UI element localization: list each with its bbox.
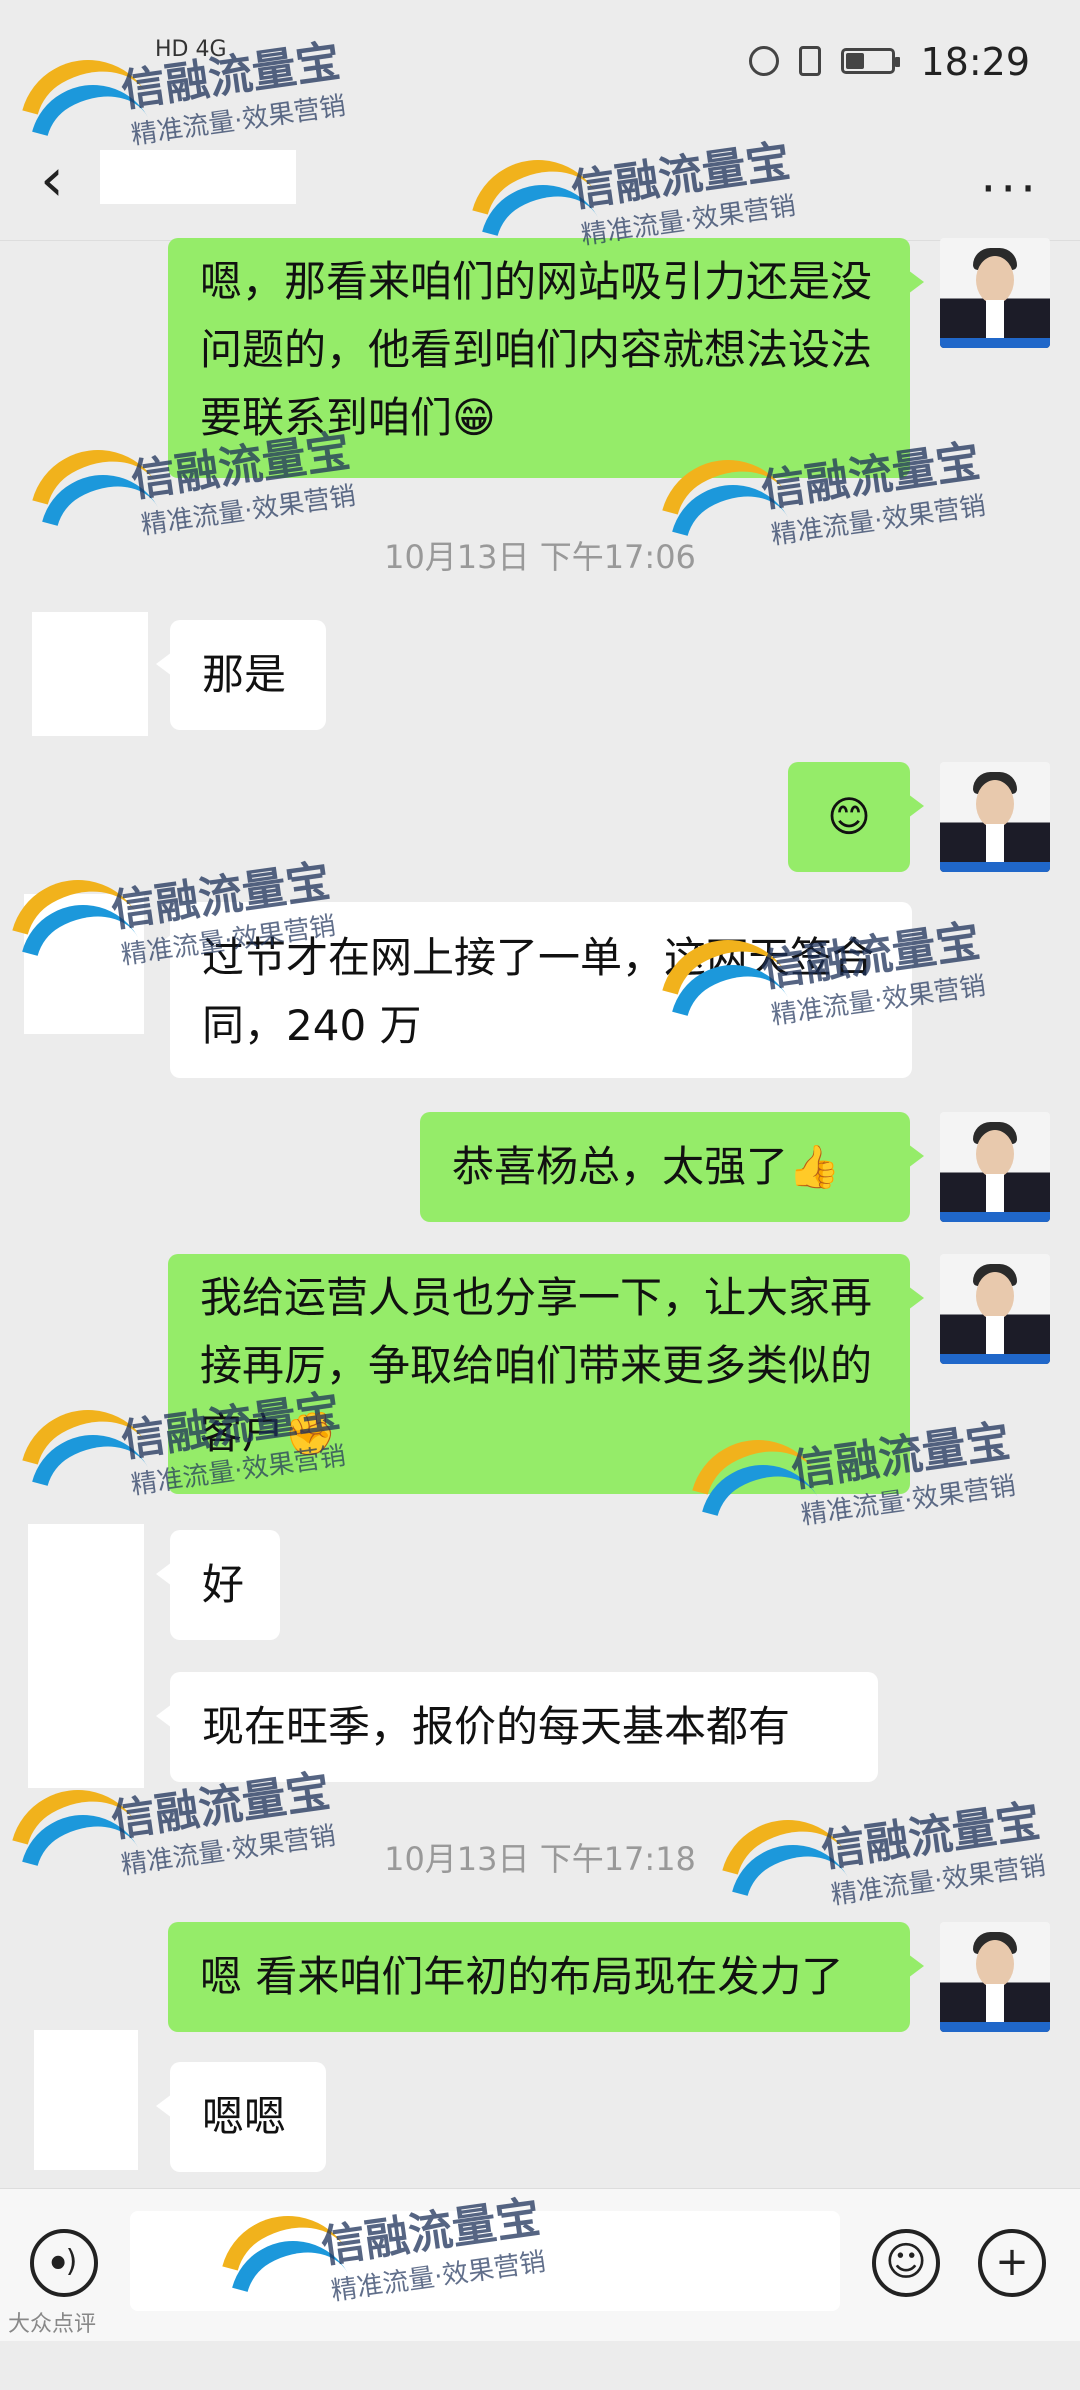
- avatar[interactable]: [24, 894, 144, 1034]
- avatar[interactable]: [940, 1112, 1050, 1222]
- avatar[interactable]: [34, 2030, 138, 2170]
- avatar[interactable]: [940, 1254, 1050, 1364]
- status-bar: HD 4G 18:29: [0, 0, 1080, 135]
- voice-button[interactable]: ⦁): [30, 2229, 98, 2297]
- avatar[interactable]: [940, 238, 1050, 348]
- more-options-button[interactable]: ···: [980, 160, 1040, 218]
- message-input[interactable]: [130, 2211, 840, 2311]
- alarm-icon: [749, 46, 779, 76]
- avatar[interactable]: [940, 762, 1050, 872]
- vibrate-icon: [799, 46, 821, 76]
- message-bubble[interactable]: 嗯嗯: [156, 2062, 326, 2172]
- message-bubble[interactable]: 恭喜杨总，太强了👍: [420, 1112, 924, 1222]
- network-indicator: HD 4G: [155, 37, 227, 62]
- battery-icon: [841, 48, 900, 74]
- message-bubble[interactable]: 过节才在网上接了一单，这两天签合同，240 万: [156, 902, 912, 1078]
- voice-icon: ⦁): [50, 2244, 78, 2279]
- avatar[interactable]: [940, 1922, 1050, 2032]
- message-bubble[interactable]: 嗯，那看来咱们的网站吸引力还是没问题的，他看到咱们内容就想法设法要联系到咱们😁: [168, 238, 924, 478]
- chat-title-redacted: [100, 150, 296, 204]
- avatar[interactable]: [28, 1524, 144, 1788]
- message-bubble[interactable]: 😊: [788, 762, 924, 872]
- message-bubble[interactable]: 我给运营人员也分享一下，让大家再接再厉，争取给咱们带来更多类似的客户✊: [168, 1254, 924, 1494]
- footer-watermark: 大众点评: [8, 2312, 97, 2337]
- clock: 18:29: [920, 40, 1030, 84]
- timestamp: 10月13日 下午17:06: [384, 538, 696, 576]
- plus-icon: +: [995, 2239, 1029, 2285]
- chevron-left-icon: ‹: [40, 145, 64, 215]
- message-bubble[interactable]: 那是: [156, 620, 326, 730]
- avatar[interactable]: [32, 612, 148, 736]
- timestamp: 10月13日 下午17:18: [384, 1840, 696, 1878]
- emoji-icon: ☺: [885, 2239, 927, 2285]
- emoji-button[interactable]: ☺: [872, 2229, 940, 2297]
- message-bubble[interactable]: 嗯 看来咱们年初的布局现在发力了: [168, 1922, 924, 2032]
- back-button[interactable]: ‹: [40, 150, 64, 210]
- plus-button[interactable]: +: [978, 2229, 1046, 2297]
- message-bubble[interactable]: 好: [156, 1530, 280, 1640]
- message-bubble[interactable]: 现在旺季，报价的每天基本都有: [156, 1672, 878, 1782]
- input-bar: ⦁) ☺ +: [0, 2188, 1080, 2341]
